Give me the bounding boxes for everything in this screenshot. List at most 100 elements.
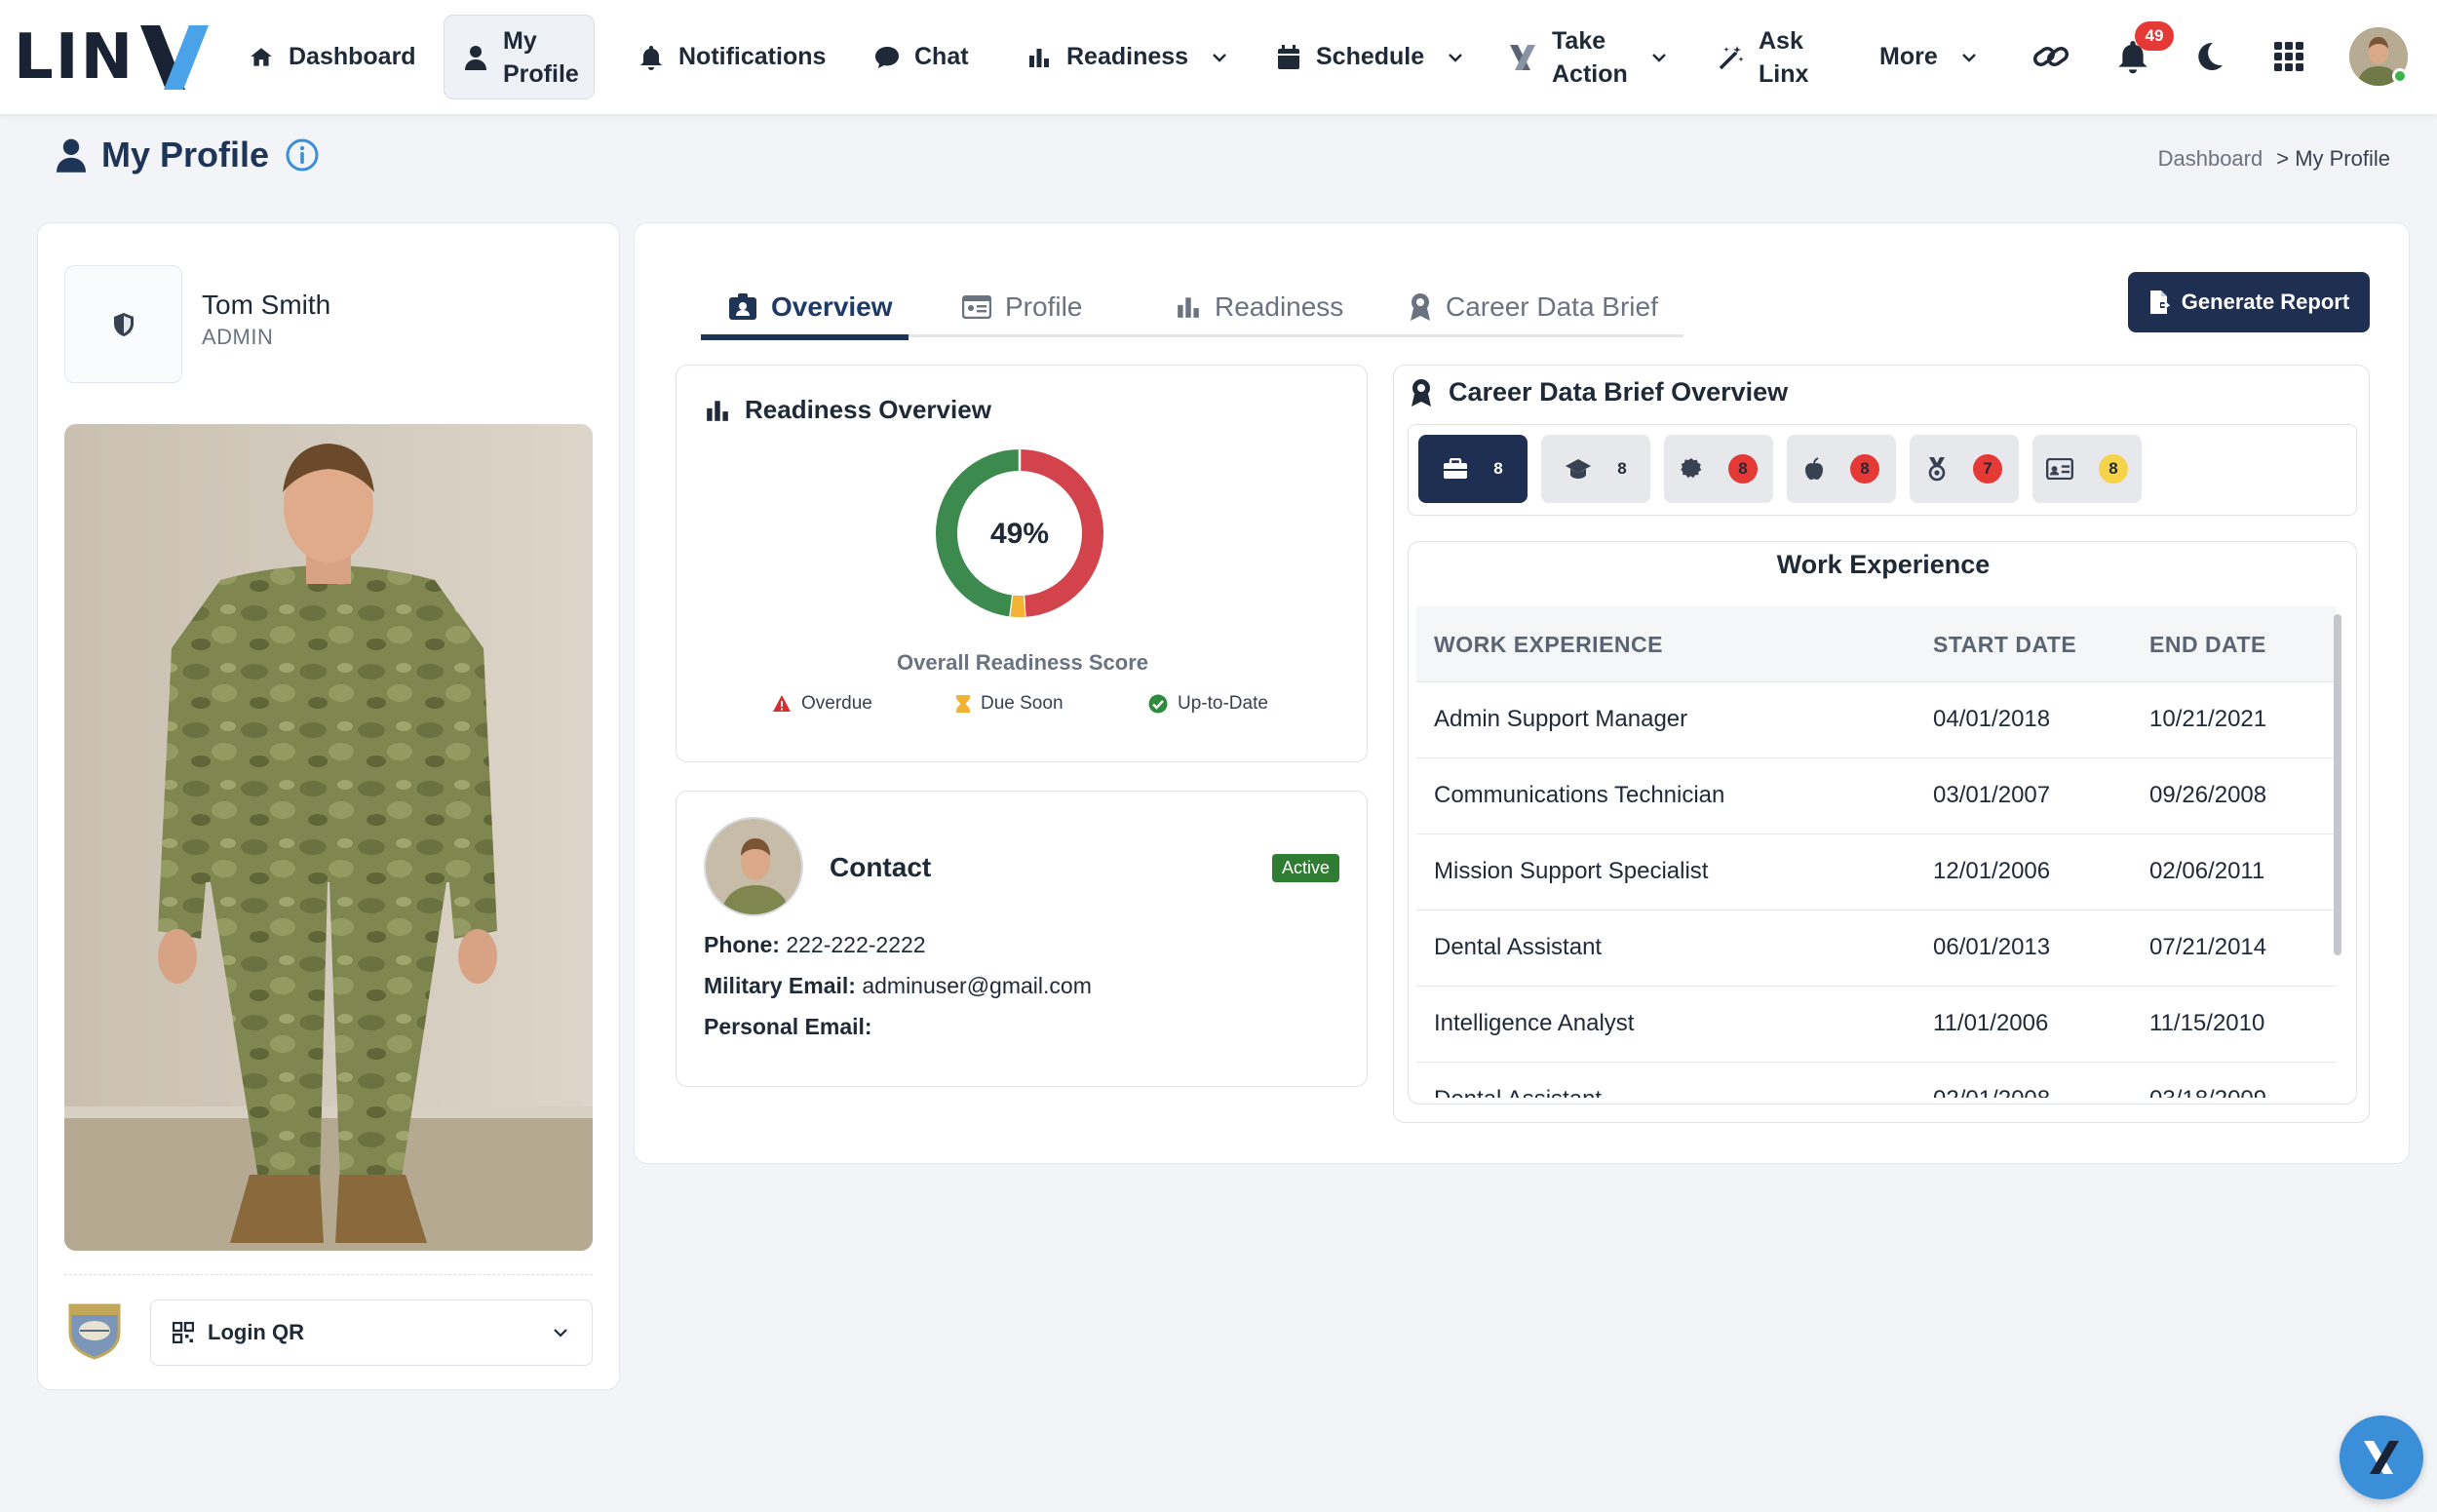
- table-scrollbar[interactable]: [2334, 606, 2343, 1098]
- readiness-donut-chart: 49%: [936, 449, 1103, 617]
- work-title-cell: Mission Support Specialist: [1434, 858, 1709, 884]
- tab-overview[interactable]: Overview: [728, 277, 893, 337]
- chat-bubble-icon: [873, 44, 901, 71]
- readiness-score-text: 49%: [990, 518, 1049, 550]
- nav-dashboard[interactable]: Dashboard: [248, 0, 416, 114]
- award-ribbon-icon: [1411, 293, 1430, 321]
- column-header-start-date[interactable]: START DATE: [1933, 632, 2076, 658]
- divider: [64, 1274, 593, 1275]
- chip-certifications[interactable]: 8: [1664, 435, 1773, 503]
- nav-more-label: More: [1879, 43, 1938, 70]
- table-row[interactable]: Dental Assistant 02/01/2008 03/18/2009: [1416, 1063, 2337, 1098]
- profile-main-card: Overview Profile Readiness Career Data B…: [634, 222, 2410, 1164]
- magic-wand-icon: [1718, 44, 1745, 71]
- info-icon[interactable]: [285, 137, 320, 173]
- table-row[interactable]: Mission Support Specialist 12/01/2006 02…: [1416, 834, 2337, 911]
- chip-count: 8: [1493, 459, 1503, 478]
- chip-awards[interactable]: 7: [1910, 435, 2019, 503]
- work-experience-panel: Work Experience WORK EXPERIENCE START DA…: [1408, 541, 2357, 1105]
- table-row[interactable]: Communications Technician 03/01/2007 09/…: [1416, 758, 2337, 834]
- chevron-down-icon: [1961, 53, 1976, 62]
- linx-logo[interactable]: LIN: [14, 21, 213, 94]
- profile-summary-card: Tom Smith ADMIN Login QR: [37, 222, 620, 1390]
- career-data-brief-panel: Career Data Brief Overview 8 8 8 8 7 8 W…: [1393, 365, 2370, 1123]
- table-header: WORK EXPERIENCE START DATE END DATE: [1416, 606, 2337, 682]
- check-circle-icon: [1148, 694, 1168, 714]
- chip-health[interactable]: 8: [1787, 435, 1896, 503]
- unit-seal-emblem: [64, 1299, 125, 1360]
- column-header-end-date[interactable]: END DATE: [2149, 632, 2266, 658]
- tab-readiness[interactable]: Readiness: [1176, 277, 1343, 337]
- end-date-cell: 07/21/2014: [2149, 934, 2267, 960]
- online-status-dot: [2392, 68, 2408, 84]
- breadcrumb-dashboard-link[interactable]: Dashboard: [2158, 146, 2263, 172]
- readiness-overview-panel: Readiness Overview 49% Overall Readiness…: [676, 365, 1368, 762]
- active-tab-indicator: [701, 334, 909, 340]
- certificate-icon: [1681, 458, 1702, 479]
- nav-more[interactable]: More: [1879, 0, 1979, 114]
- award-ribbon-icon: [1412, 378, 1431, 407]
- generate-report-button[interactable]: Generate Report: [2128, 272, 2370, 332]
- linx-assistant-button[interactable]: [2340, 1415, 2423, 1499]
- nav-notifications[interactable]: Notifications: [638, 0, 826, 114]
- login-qr-label: Login QR: [208, 1320, 304, 1344]
- tab-profile-label: Profile: [1005, 291, 1083, 322]
- hourglass-icon: [956, 695, 970, 713]
- page-title-text: My Profile: [101, 135, 270, 174]
- nav-take-action[interactable]: Take Action: [1507, 0, 1669, 114]
- nav-my-profile[interactable]: My Profile: [462, 0, 579, 114]
- nav-readiness[interactable]: Readiness: [1025, 0, 1229, 114]
- start-date-cell: 12/01/2006: [1933, 858, 2051, 884]
- nav-ask-linx-label: Ask Linx: [1759, 24, 1808, 91]
- chip-work-experience[interactable]: 8: [1418, 435, 1528, 503]
- career-category-chips: 8 8 8 8 7 8: [1408, 424, 2357, 516]
- status-badge: Active: [1271, 854, 1339, 882]
- phone-value[interactable]: 222-222-2222: [786, 932, 925, 957]
- nav-ask-linx[interactable]: Ask Linx: [1718, 0, 1808, 114]
- chip-education[interactable]: 8: [1541, 435, 1650, 503]
- medal-icon: [1928, 457, 1946, 482]
- nav-notifications-label: Notifications: [678, 43, 827, 70]
- chip-count: 8: [2099, 454, 2128, 484]
- chip-count: 8: [1850, 454, 1879, 484]
- work-title-cell: Dental Assistant: [1434, 1086, 1602, 1098]
- contact-avatar: [704, 817, 803, 916]
- tab-profile[interactable]: Profile: [962, 277, 1082, 337]
- id-card-icon: [2046, 458, 2073, 480]
- briefcase-icon: [1444, 458, 1468, 479]
- apps-grid-icon[interactable]: [2265, 33, 2312, 80]
- nav-dashboard-label: Dashboard: [289, 43, 416, 70]
- linx-x-icon: [2364, 1441, 2399, 1474]
- end-date-cell: 11/15/2010: [2149, 1010, 2265, 1036]
- nav-chat[interactable]: Chat: [873, 0, 969, 114]
- dark-mode-moon-icon[interactable]: [2186, 33, 2232, 80]
- scrollbar-thumb[interactable]: [2334, 614, 2341, 955]
- work-title-cell: Dental Assistant: [1434, 934, 1603, 960]
- link-icon[interactable]: [2028, 33, 2074, 80]
- warning-triangle-icon: [773, 695, 791, 712]
- table-row[interactable]: Intelligence Analyst 11/01/2006 11/15/20…: [1416, 987, 2337, 1063]
- contact-phone: Phone: 222-222-2222: [704, 932, 926, 958]
- nav-readiness-label: Readiness: [1066, 43, 1189, 70]
- chip-identification[interactable]: 8: [2032, 435, 2142, 503]
- bell-icon: [638, 44, 665, 71]
- start-date-cell: 11/01/2006: [1933, 1010, 2049, 1036]
- column-header-work-experience[interactable]: WORK EXPERIENCE: [1434, 632, 1663, 658]
- military-email-value[interactable]: adminuser@gmail.com: [862, 973, 1092, 998]
- legend-up-to-date: Up-to-Date: [1148, 693, 1268, 715]
- calendar-icon: [1275, 44, 1302, 71]
- tab-career-data-brief[interactable]: Career Data Brief: [1409, 277, 1658, 337]
- work-experience-title: Work Experience: [1776, 550, 1991, 579]
- breadcrumb: Dashboard > My Profile: [2158, 146, 2390, 172]
- table-row[interactable]: Admin Support Manager 04/01/2018 10/21/2…: [1416, 682, 2337, 758]
- end-date-cell: 09/26/2008: [2149, 782, 2267, 808]
- nav-schedule[interactable]: Schedule: [1275, 0, 1465, 114]
- nav-my-profile-line1: My: [503, 26, 537, 55]
- user-name: Tom Smith: [202, 290, 331, 320]
- login-qr-dropdown[interactable]: Login QR: [150, 1299, 593, 1366]
- table-row[interactable]: Dental Assistant 06/01/2013 07/21/2014: [1416, 911, 2337, 987]
- bar-chart-icon: [1025, 44, 1053, 71]
- apple-icon: [1805, 457, 1823, 480]
- legend-due-soon-label: Due Soon: [981, 693, 1064, 714]
- legend-overdue-label: Overdue: [801, 693, 872, 714]
